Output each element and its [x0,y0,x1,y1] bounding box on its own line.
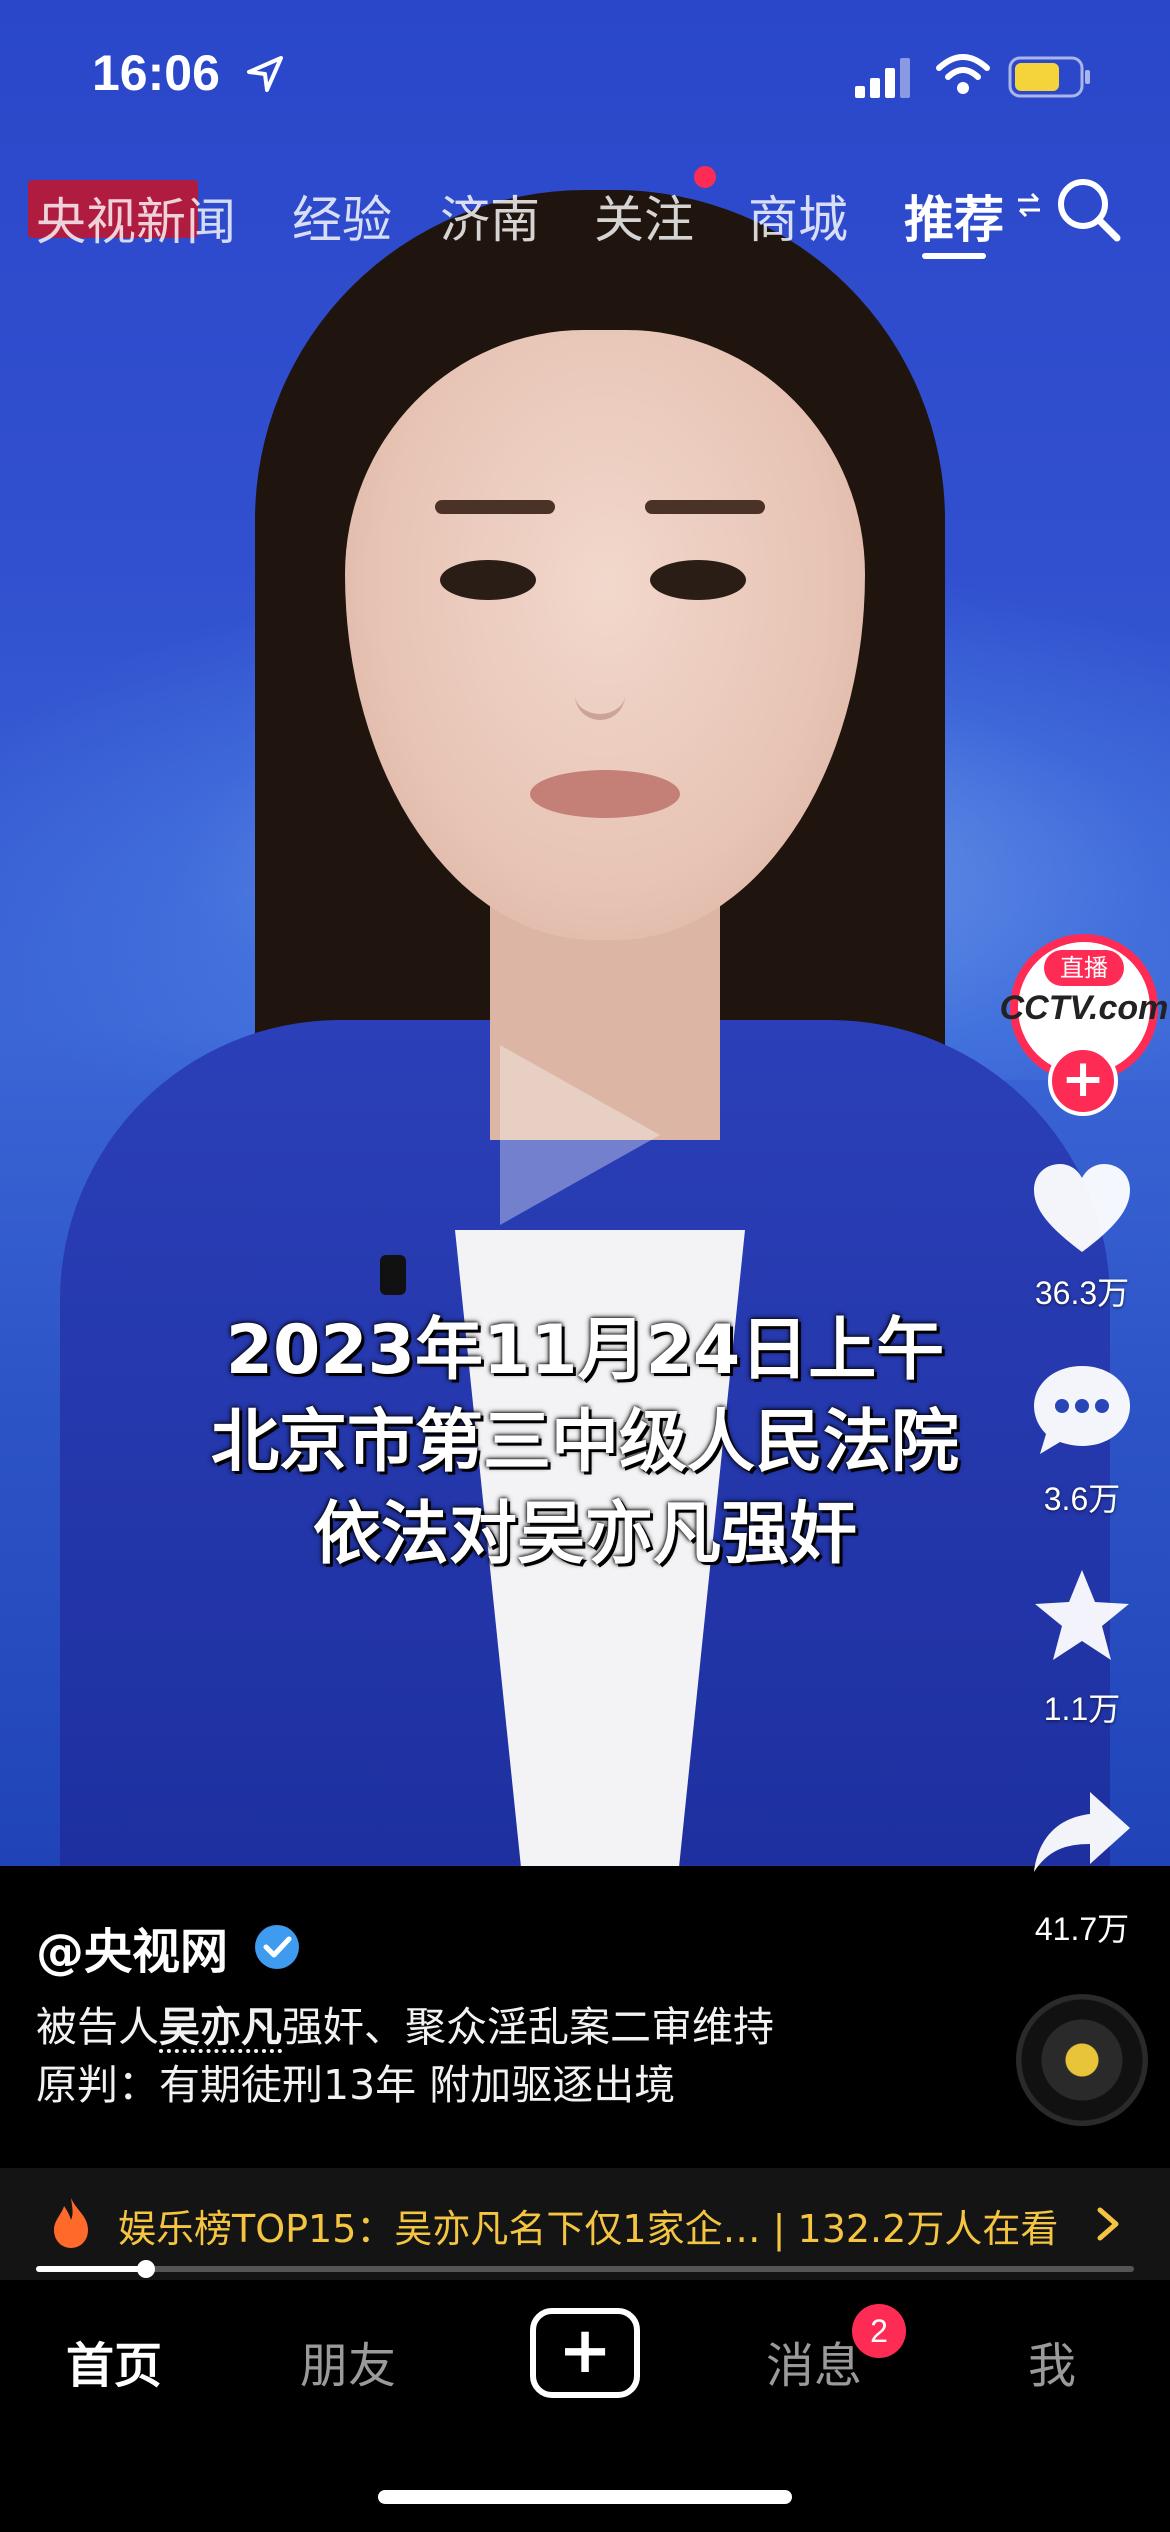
description-line-2: 原判：有期徒刑13年 附加驱逐出境 [36,2061,676,2109]
favorite-count: 1.1万 [1043,1691,1121,1727]
status-time: 16:06 [92,45,220,101]
presenter-nose [575,610,625,720]
presenter-eye-right [650,560,746,600]
star-icon[interactable] [1030,1566,1134,1666]
tab-friends[interactable]: 朋友 [300,2326,396,2396]
tab-jinan[interactable]: 济南 [440,180,540,252]
presenter-brow-right [645,500,765,514]
description-line-1: 被告人吴亦凡强奸、聚众淫乱案二审维持 [36,1998,936,2056]
progress-handle[interactable] [137,2260,155,2278]
desc-prefix: 被告人 [36,2003,159,2051]
subtitle-line: 依法对吴亦凡强奸 [312,1495,857,1574]
follow-button[interactable]: + [1048,1046,1118,1116]
presenter-lips [530,770,680,818]
author-name[interactable]: @央视网 [36,1912,228,1982]
home-indicator [378,2490,792,2504]
presenter-eye-left [440,560,536,600]
presenter-brow-left [435,500,555,514]
tab-following[interactable]: 关注 [594,180,694,252]
tab-messages[interactable]: 消息 [766,2326,862,2396]
avatar-logo: CCTV.com [999,988,1169,1027]
tab-mall[interactable]: 商城 [748,180,848,252]
verified-icon [255,1925,299,1969]
tab-experience[interactable]: 经验 [292,180,392,252]
battery-icon [1008,56,1090,98]
lapel-mic [380,1255,406,1295]
post-description: 被告人吴亦凡强奸、聚众淫乱案二审维持 原判：有期徒刑13年 附加驱逐出境 [36,1998,936,2114]
location-arrow-icon [247,56,283,92]
tab-home[interactable]: 首页 [66,2326,162,2396]
share-count: 41.7万 [1034,1911,1130,1947]
following-notification-dot [694,166,716,188]
active-tab-indicator [922,253,986,259]
swap-icon[interactable] [1016,190,1042,220]
share-icon[interactable] [1030,1786,1134,1886]
progress-fill [36,2266,146,2272]
trending-text[interactable]: 娱乐榜TOP15：吴亦凡名下仅1家企… | 132.2万人在看 [118,2198,1058,2253]
comment-icon[interactable] [1030,1360,1134,1460]
subtitle-line: 北京市第三中级人民法院 [210,1403,959,1482]
chevron-right-icon[interactable] [1094,2206,1122,2242]
subtitle-line: 2023年11月24日上午 [225,1311,945,1390]
progress-track[interactable] [36,2266,1134,2272]
mention-link[interactable]: 吴亦凡 [159,2003,282,2051]
video-player[interactable]: 2023年11月24日上午 北京市第三中级人民法院 依法对吴亦凡强奸 [0,0,1170,1866]
top-nav: 经验 济南 关注 商城 推荐 [0,170,1170,270]
tab-recommended[interactable]: 推荐 [904,180,1004,252]
flame-icon [54,2198,88,2248]
desc-rest: 强奸、聚众淫乱案二审维持 [282,2003,774,2051]
live-badge: 直播 [1044,950,1124,986]
heart-icon[interactable] [1030,1160,1134,1260]
comment-count: 3.6万 [1043,1481,1121,1517]
status-bar: 16:06 [0,0,1170,150]
music-disc-icon[interactable] [1016,1994,1148,2126]
wifi-icon [936,54,990,94]
tab-me[interactable]: 我 [1028,2326,1076,2396]
messages-badge: 2 [852,2304,906,2358]
search-icon[interactable] [1053,174,1123,244]
cellular-signal-icon [855,58,910,98]
play-icon[interactable] [500,1045,660,1225]
video-subtitle: 2023年11月24日上午 北京市第三中级人民法院 依法对吴亦凡强奸 [100,1305,1070,1581]
like-count: 36.3万 [1034,1275,1130,1311]
create-button[interactable]: + [530,2308,640,2398]
